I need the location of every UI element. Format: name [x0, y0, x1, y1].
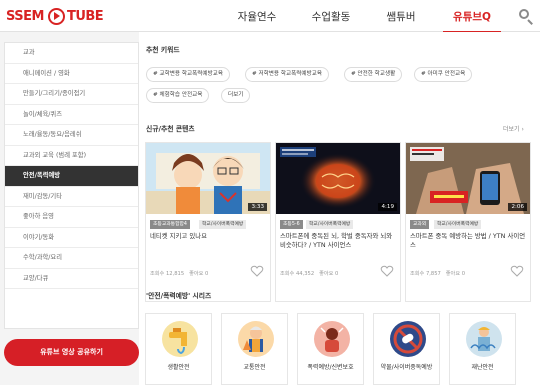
sidebar-item-story[interactable]: 이야기/동화 [5, 228, 138, 248]
video-card[interactable]: 4:19 초등5-6 학교/사이버폭력예방 스마트폰에 중독된 뇌, 학벌 중독… [275, 142, 401, 302]
top-header: SSEM TUBE 자율연수 수업활동 쌤튜버 유튜브Q [0, 0, 540, 33]
nav-item-training[interactable]: 자율연수 [226, 0, 288, 32]
view-count: 조회수 44,352 [280, 271, 315, 277]
series-label: 교통안전 [243, 364, 266, 371]
logo-text-tube: TUBE [66, 8, 104, 24]
video-thumbnail[interactable]: 4:19 [276, 143, 400, 214]
sidebar-item-subject[interactable]: 교과 [5, 43, 138, 64]
new-videos-more-link[interactable]: 더보기 › [503, 124, 524, 133]
video-stats: 조회수 7,857 좋아요 0 [410, 270, 465, 277]
series-tile-traffic-safety[interactable]: 교통안전 [221, 313, 288, 385]
like-heart-icon[interactable] [380, 264, 394, 278]
disaster-safety-icon [466, 321, 502, 357]
nav-item-ssemtuber[interactable]: 쌤튜버 [373, 0, 429, 32]
share-video-button[interactable]: 유튜브 영상 공유하기 [4, 339, 139, 366]
sidebar-item-video[interactable]: 좋아하 음영 [5, 207, 138, 228]
video-stats: 조회수 12,815 좋아요 0 [150, 270, 208, 277]
sidebar-item-play[interactable]: 놀이/체육/퀴즈 [5, 105, 138, 125]
series-label: 약물/사이버중독예방 [380, 364, 433, 371]
sidebar-item-extracurricular[interactable]: 교과외 교육 (범례 포함) [5, 146, 138, 166]
search-icon[interactable] [518, 8, 534, 25]
grade-tag: 초등5-6 [280, 220, 303, 229]
sidebar-item-safety[interactable]: 안전/폭력예방 [5, 166, 138, 187]
grade-tag: 초등교과통합합4 [150, 220, 190, 229]
sidebar-item-fun[interactable]: 재미/감동/기타 [5, 187, 138, 207]
play-icon [47, 7, 65, 25]
like-count: 좋아요 0 [189, 271, 209, 277]
video-duration: 3:33 [248, 203, 267, 211]
category-tag: 학교/사이버폭력예방 [306, 220, 354, 229]
like-heart-icon[interactable] [250, 264, 264, 278]
grade-tag: 교과외 [410, 220, 430, 229]
video-duration: 2:06 [508, 203, 527, 211]
main-content: 추천 키워드 # 교학변용 학교폭력예방교육 # 저학변용 학교폭력예방교육 #… [139, 32, 540, 385]
nav-item-youtube-q[interactable]: 유튜브Q [443, 0, 501, 33]
series-tile-drug-prevention[interactable]: 약물/사이버중독예방 [373, 313, 440, 385]
sidebar-item-documentary[interactable]: 교양/다큐 [5, 269, 138, 289]
sidebar-item-animation[interactable]: 애니메이션 / 영화 [5, 64, 138, 84]
sidebar-item-science[interactable]: 수학/과학/요리 [5, 248, 138, 269]
series-tile-violence-prevention[interactable]: 폭력예방/신변보호 [297, 313, 364, 385]
series-tile-disaster-safety[interactable]: 재난안전 [449, 313, 516, 385]
video-stats: 조회수 44,352 좋아요 0 [280, 270, 338, 277]
video-thumbnail[interactable]: 2:06 [406, 143, 530, 214]
nav-item-class-activity[interactable]: 수업활동 [300, 0, 362, 32]
like-count: 좋아요 0 [319, 271, 339, 277]
series-title: '안전/폭력예방' 시리즈 [146, 292, 212, 300]
video-duration: 4:19 [378, 203, 397, 211]
faucet-icon [162, 321, 198, 357]
like-heart-icon[interactable] [510, 264, 524, 278]
drug-prevention-icon [390, 321, 426, 357]
keywords-title: 추천 키워드 [146, 46, 180, 54]
ssem-tube-logo[interactable]: SSEM TUBE [6, 5, 104, 27]
keyword-chip[interactable]: # 체험학습 안전교육 [146, 88, 210, 103]
video-card[interactable]: 3:33 초등교과통합합4 학교/사이버폭력예방 네티켓 지키고 있나요 조회수… [145, 142, 271, 302]
keyword-chip[interactable]: # 안전한 학교생활 [344, 67, 403, 82]
video-card[interactable]: 2:06 교과외 학교/사이버폭력예방 스마트폰 중독 예방하는 방법 / YT… [405, 142, 531, 302]
keywords-more-button[interactable]: 더보기 [221, 88, 251, 103]
new-videos-title: 신규/추천 콘텐츠 [146, 125, 195, 133]
keyword-chip[interactable]: # 저학변용 학교폭력예방교육 [245, 67, 329, 82]
video-title[interactable]: 스마트폰에 중독된 뇌, 학벌 중독자와 뇌와 비슷하다? / YTN 사이언스 [280, 232, 396, 250]
series-label: 재난안전 [471, 364, 494, 371]
series-label: 생활안전 [167, 364, 190, 371]
violence-prevention-icon [314, 321, 350, 357]
category-tag: 학교/사이버폭력예방 [434, 220, 482, 229]
like-count: 좋아요 0 [445, 271, 466, 277]
view-count: 조회수 12,815 [150, 271, 185, 277]
logo-text-ssem: SSEM [6, 8, 44, 24]
category-tag: 학교/사이버폭력예방 [199, 220, 247, 229]
view-count: 조회수 7,857 [410, 271, 441, 277]
sidebar-item-songs[interactable]: 노래/율동/동요/음레쉬 [5, 125, 138, 146]
keyword-chip[interactable]: # 교학변용 학교폭력예방교육 [146, 67, 230, 82]
series-tile-life-safety[interactable]: 생활안전 [145, 313, 212, 385]
series-label: 폭력예방/신변보호 [307, 364, 354, 371]
keyword-chip[interactable]: # 아미쿠 안전교육 [414, 67, 473, 82]
video-title[interactable]: 네티켓 지키고 있나요 [150, 232, 266, 241]
sidebar-item-crafts[interactable]: 만들기/그리기/종이접기 [5, 84, 138, 105]
video-title[interactable]: 스마트폰 중독 예방하는 방법 / YTN 사이언스 [410, 232, 526, 250]
video-thumbnail[interactable]: 3:33 [146, 143, 270, 214]
traffic-safety-icon [238, 321, 274, 357]
category-sidebar: 교과 애니메이션 / 영화 만들기/그리기/종이접기 놀이/체육/퀴즈 노래/율… [4, 42, 139, 329]
